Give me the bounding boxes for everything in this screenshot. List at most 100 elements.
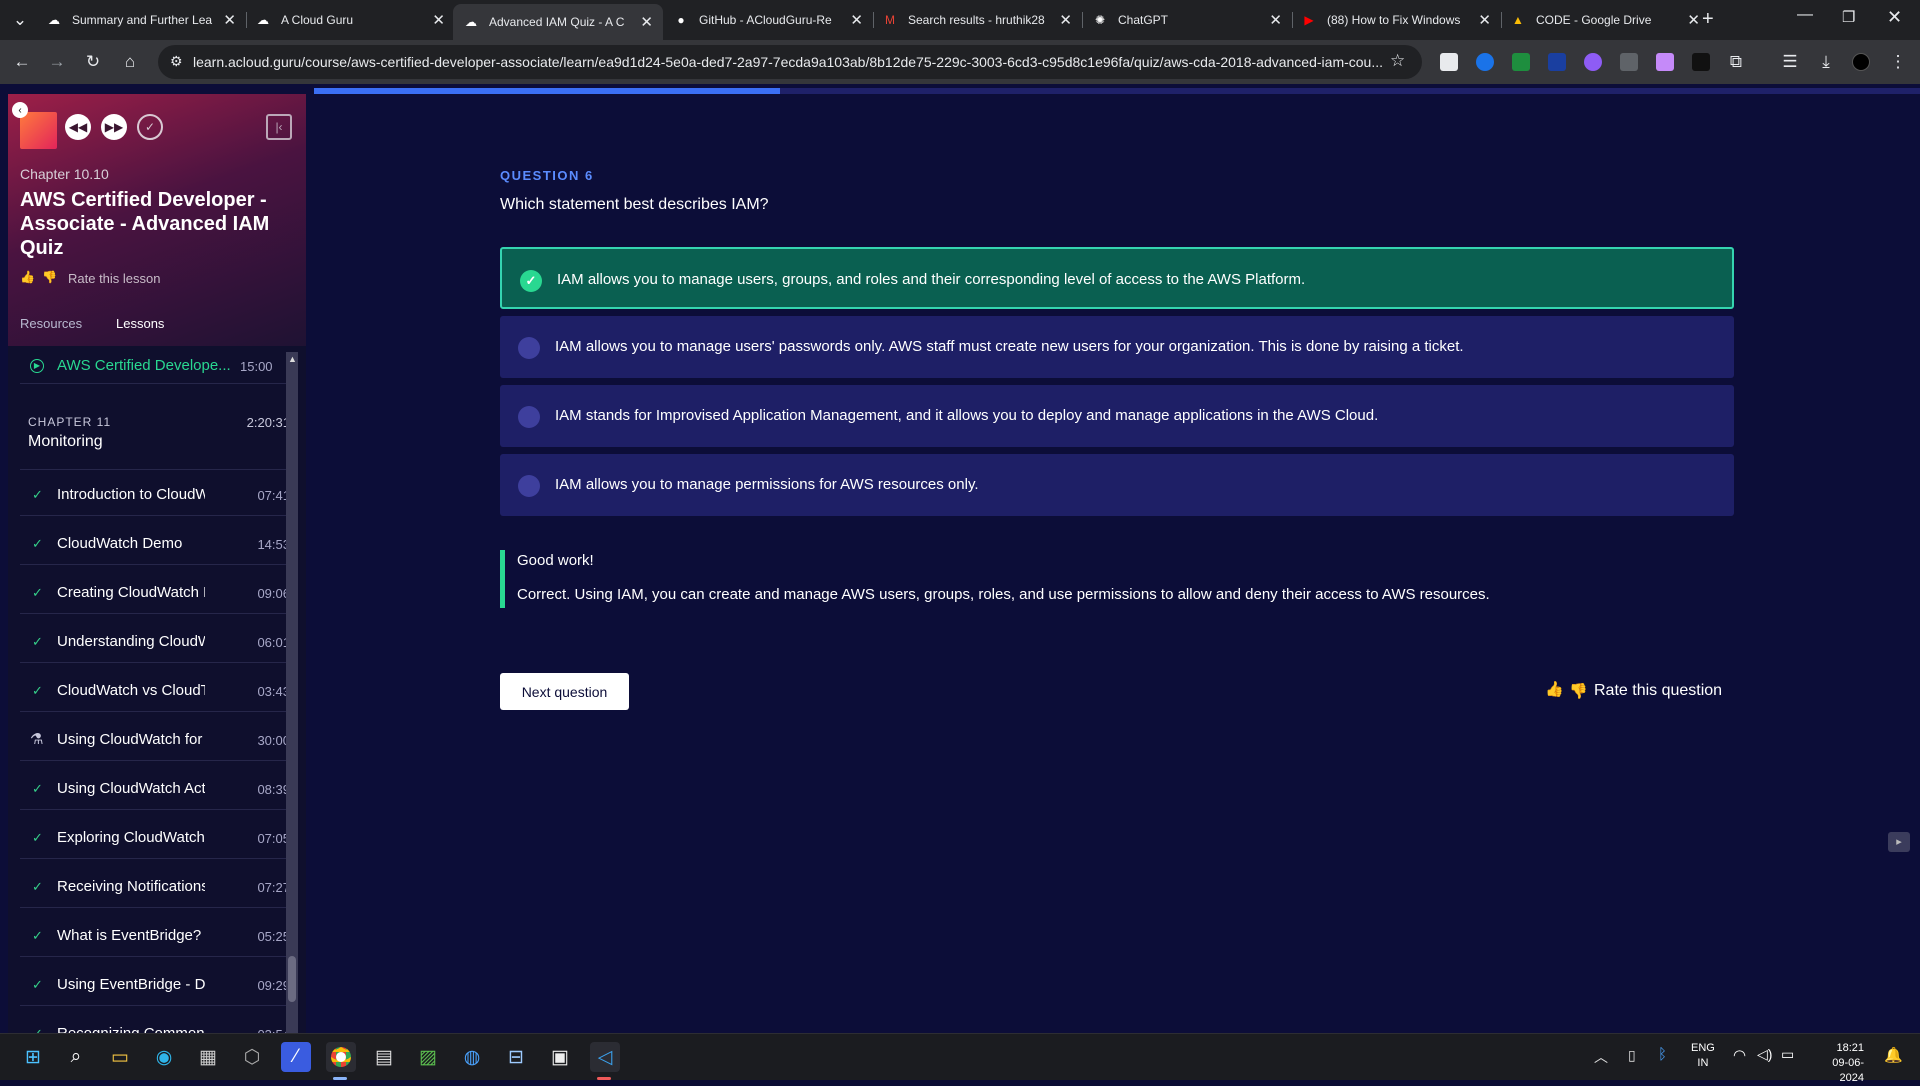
side-panel-toggle-icon[interactable]: ▸ <box>1888 832 1910 852</box>
chrome-icon[interactable] <box>326 1042 356 1072</box>
chapter-header[interactable]: CHAPTER 11 2:20:31 Monitoring <box>20 400 290 470</box>
answer-option[interactable]: IAM allows you to manage permissions for… <box>500 454 1734 516</box>
site-info-icon[interactable]: ⚙ <box>170 53 183 70</box>
back-icon[interactable]: ← <box>6 46 38 78</box>
next-lesson-icon[interactable]: ▶▶ <box>101 114 127 140</box>
settings-app-icon[interactable]: ⬡ <box>237 1042 267 1072</box>
lesson-item[interactable]: ✓Exploring CloudWatch ...07:05 <box>20 819 290 859</box>
reading-list-icon[interactable]: ☰ <box>1774 46 1806 78</box>
extension-window-icon[interactable] <box>1620 53 1638 71</box>
show-hidden-icons-icon[interactable]: ︿ <box>1594 1047 1608 1067</box>
thumbs-up-icon[interactable]: 👍 <box>20 270 35 284</box>
minimize-icon[interactable]: — <box>1797 6 1813 24</box>
mark-complete-icon[interactable]: ✓ <box>137 114 163 140</box>
notifications-bell-icon[interactable]: 🔔 <box>1884 1046 1903 1064</box>
download-icon[interactable]: ⤓ <box>1810 46 1842 78</box>
close-tab-icon[interactable]: ✕ <box>850 11 863 29</box>
file-explorer-icon[interactable]: ▭ <box>105 1042 135 1072</box>
cmd-icon[interactable]: ▣ <box>545 1042 575 1072</box>
language-indicator[interactable]: ENG IN <box>1691 1041 1715 1071</box>
search-icon[interactable]: ⌕ <box>61 1042 91 1072</box>
people-icon[interactable]: ◍ <box>457 1042 487 1072</box>
reload-icon[interactable]: ↻ <box>77 46 109 78</box>
remote-desktop-icon[interactable]: ⊟ <box>501 1042 531 1072</box>
forward-icon[interactable]: → <box>41 46 73 78</box>
address-bar[interactable]: ⚙ learn.acloud.guru/course/aws-certified… <box>158 45 1422 79</box>
windows-start-icon[interactable]: ⊞ <box>18 1042 48 1072</box>
terminal-icon[interactable]: ▤ <box>369 1042 399 1072</box>
rate-lesson-link[interactable]: Rate this lesson <box>68 271 161 286</box>
browser-tab[interactable]: ✺ ChatGPT ✕ <box>1082 0 1292 40</box>
browser-tab[interactable]: ▶ (88) How to Fix Windows ✕ <box>1291 0 1501 40</box>
lesson-item[interactable]: ✓Understanding CloudW...06:01 <box>20 623 290 663</box>
extension-dark-icon[interactable] <box>1692 53 1710 71</box>
address-url[interactable]: learn.acloud.guru/course/aws-certified-d… <box>193 54 1383 70</box>
extension-m-icon[interactable] <box>1656 53 1674 71</box>
answer-option[interactable]: IAM stands for Improvised Application Ma… <box>500 385 1734 447</box>
lesson-item[interactable]: ✓Using CloudWatch Acti...08:39 <box>20 770 290 810</box>
lesson-item[interactable]: ✓Receiving Notifications ...07:27 <box>20 868 290 908</box>
home-icon[interactable]: ⌂ <box>114 46 146 78</box>
close-tab-icon[interactable]: ✕ <box>432 11 445 29</box>
volume-icon[interactable]: ◁) <box>1757 1046 1772 1063</box>
store-icon[interactable]: ▦ <box>193 1042 223 1072</box>
notepad-icon[interactable]: ▨ <box>413 1042 443 1072</box>
close-tab-icon[interactable]: ✕ <box>1478 11 1491 29</box>
answer-option[interactable]: ✓ IAM allows you to manage users, groups,… <box>500 247 1734 309</box>
extension-b-icon[interactable] <box>1440 53 1458 71</box>
profile-avatar[interactable] <box>1852 53 1870 71</box>
extensions-puzzle-icon[interactable]: ⧉ <box>1720 46 1752 78</box>
lesson-item[interactable]: ✓ Introduction to CloudW... 07:41 <box>20 476 290 516</box>
thumbs-down-icon[interactable]: 👎 <box>42 270 57 284</box>
browser-tab[interactable]: ☁ Summary and Further Lea ✕ <box>36 0 246 40</box>
close-sidebar-icon[interactable]: |‹ <box>266 114 292 140</box>
sidebar-scrollbar[interactable]: ▲ <box>286 352 298 1033</box>
lesson-item[interactable]: ✓CloudWatch vs CloudTr...03:43 <box>20 672 290 712</box>
close-window-icon[interactable]: ✕ <box>1887 7 1902 28</box>
bookmark-star-icon[interactable]: ☆ <box>1390 51 1405 71</box>
tab-lessons[interactable]: Lessons <box>116 316 164 331</box>
next-question-button[interactable]: Next question <box>500 673 629 710</box>
clock[interactable]: 18:21 09-06-2024 <box>1810 1041 1864 1086</box>
tab-resources[interactable]: Resources <box>20 316 82 331</box>
question-thumbs-down-icon[interactable]: 👎 <box>1569 682 1588 700</box>
tab-search-chevron-icon[interactable]: ⌄ <box>4 4 36 36</box>
lesson-item[interactable]: ✓Creating CloudWatch D...09:06 <box>20 574 290 614</box>
usb-icon[interactable]: ▯ <box>1628 1047 1636 1064</box>
browser-tab[interactable]: ☁ A Cloud Guru ✕ <box>245 0 455 40</box>
restore-icon[interactable]: ❐ <box>1842 8 1855 26</box>
close-tab-icon[interactable]: ✕ <box>1269 11 1282 29</box>
browser-tab[interactable]: ● GitHub - ACloudGuru-Re ✕ <box>663 0 873 40</box>
extension-mail-icon[interactable] <box>1512 53 1530 71</box>
extension-edge-icon[interactable] <box>1476 53 1494 71</box>
close-tab-icon[interactable]: ✕ <box>223 11 236 29</box>
browser-tab[interactable]: ☁ Advanced IAM Quiz - A C ✕ <box>453 4 663 40</box>
sidebar-scroll-thumb[interactable] <box>288 956 296 1002</box>
close-tab-icon[interactable]: ✕ <box>1059 11 1072 29</box>
bluetooth-icon[interactable]: ᛒ <box>1658 1046 1667 1063</box>
close-tab-icon[interactable]: ✕ <box>640 13 653 31</box>
lesson-item[interactable]: ⚗Using CloudWatch for R...30:00 <box>20 721 290 761</box>
previous-lesson-icon[interactable]: ◀◀ <box>65 114 91 140</box>
lesson-item[interactable]: ✓ CloudWatch Demo 14:53 <box>20 525 290 565</box>
lesson-item[interactable]: ✓ What is EventBridge? 05:25 <box>20 917 290 957</box>
rate-question-link[interactable]: Rate this question <box>1594 682 1722 700</box>
answer-option[interactable]: IAM allows you to manage users' password… <box>500 316 1734 378</box>
browser-tab[interactable]: ▲ CODE - Google Drive ✕ <box>1500 0 1710 40</box>
wifi-icon[interactable]: ◠ <box>1733 1046 1746 1064</box>
lesson-item[interactable]: ✓Using EventBridge - De...09:29 <box>20 966 290 1006</box>
extension-w-icon[interactable] <box>1548 53 1566 71</box>
close-tab-icon[interactable]: ✕ <box>1687 11 1700 29</box>
battery-icon[interactable]: ▭ <box>1781 1046 1794 1063</box>
collapse-arrow-icon[interactable]: ‹ <box>12 102 28 118</box>
browser-tab[interactable]: M Search results - hruthik28 ✕ <box>872 0 1082 40</box>
new-tab-icon[interactable]: + <box>1702 8 1714 31</box>
current-lesson-item[interactable]: ▶ AWS Certified Develope... 15:00 <box>20 352 290 384</box>
scroll-up-icon[interactable]: ▲ <box>288 354 297 364</box>
question-thumbs-up-icon[interactable]: 👍 <box>1545 680 1564 698</box>
browser-menu-icon[interactable]: ⋮ <box>1882 46 1914 78</box>
lesson-item[interactable]: ✓Recognizing Common H...03:54 <box>20 1015 290 1033</box>
vscode-icon[interactable]: ◁ <box>590 1042 620 1072</box>
extension-circle-icon[interactable] <box>1584 53 1602 71</box>
power-automate-icon[interactable]: ⁄ <box>281 1042 311 1072</box>
